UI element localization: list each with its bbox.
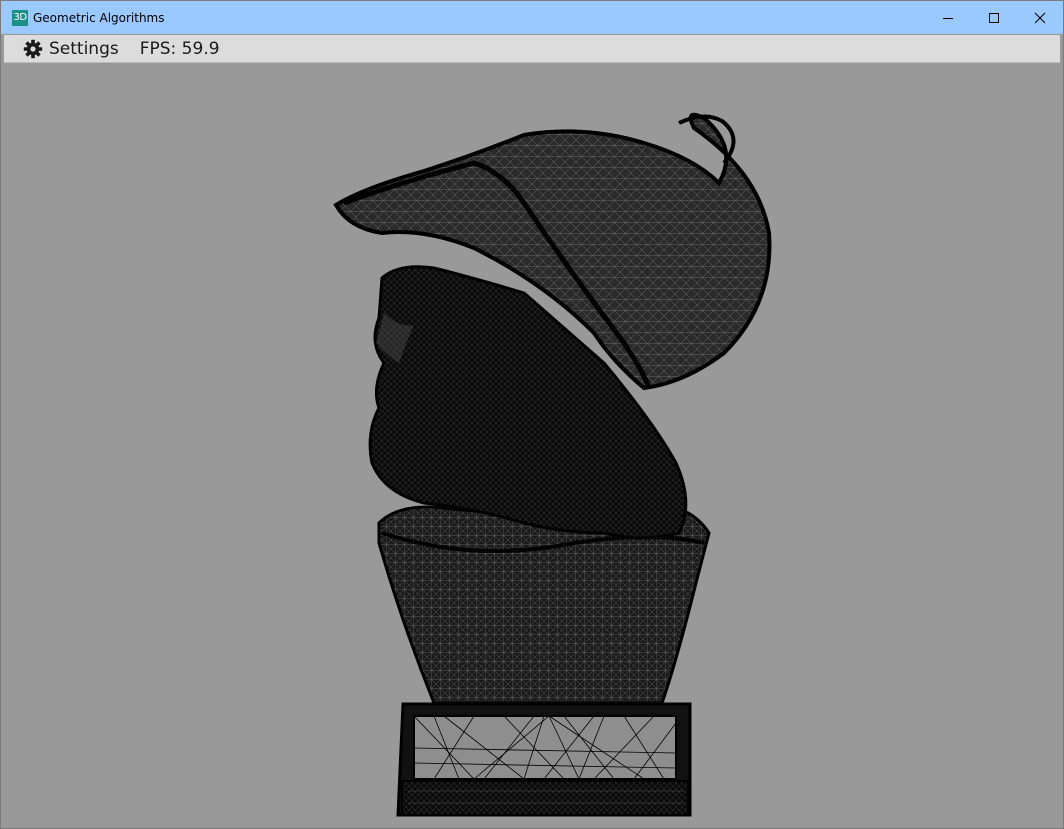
- settings-button[interactable]: Settings: [23, 39, 119, 59]
- model-base: [396, 702, 692, 817]
- close-button[interactable]: [1017, 1, 1063, 34]
- app-icon: 3D: [12, 9, 28, 26]
- minimize-icon: [943, 17, 953, 19]
- app-window: 3D Geometric Algorithms Settings FPS: 59…: [0, 0, 1064, 829]
- window-title: Geometric Algorithms: [33, 10, 165, 25]
- maximize-button[interactable]: [971, 1, 1017, 34]
- gear-icon: [23, 39, 43, 58]
- settings-label: Settings: [49, 38, 119, 59]
- 3d-viewport[interactable]: [4, 63, 1060, 827]
- minimize-button[interactable]: [925, 1, 971, 34]
- title-bar[interactable]: 3D Geometric Algorithms: [1, 1, 1063, 34]
- window-controls: [925, 1, 1063, 34]
- close-icon: [1034, 12, 1046, 23]
- menu-bar: Settings FPS: 59.9: [4, 35, 1060, 63]
- wireframe-model: [333, 112, 772, 817]
- fps-counter: FPS: 59.9: [139, 38, 220, 59]
- maximize-icon: [989, 12, 999, 23]
